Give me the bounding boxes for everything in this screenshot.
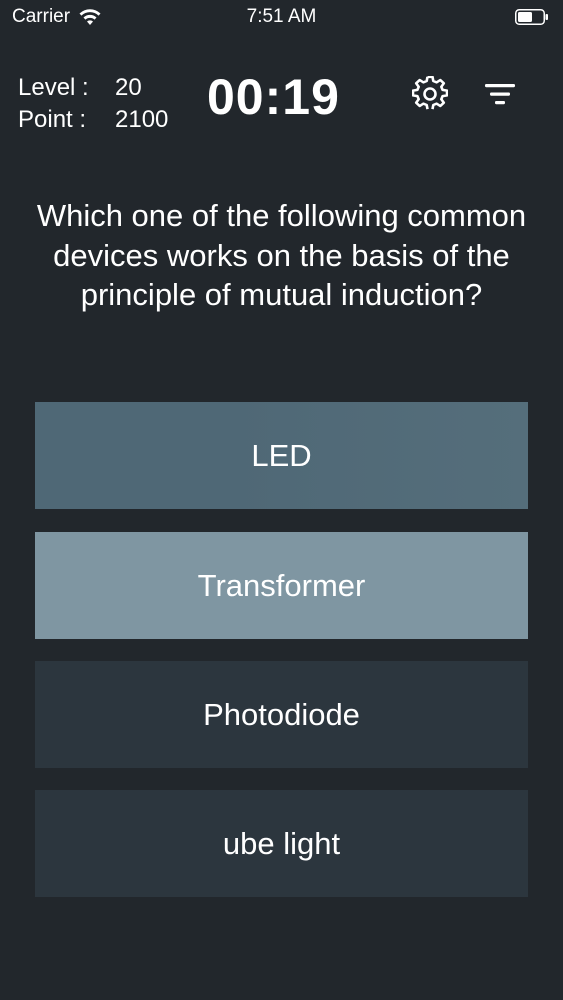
point-value: 2100 bbox=[115, 106, 169, 133]
answer-option-1[interactable]: LED bbox=[35, 402, 528, 509]
level-value: 20 bbox=[115, 74, 142, 101]
battery-icon bbox=[515, 9, 549, 25]
answer-label: ube light bbox=[222, 825, 341, 861]
score-panel: Level 20 Point 2100 bbox=[18, 72, 168, 136]
gear-icon bbox=[411, 75, 449, 117]
answer-option-2[interactable]: Transformer bbox=[35, 532, 528, 639]
status-time: 7:51 AM bbox=[246, 6, 317, 27]
status-bar: Carrier 7:51 AM bbox=[0, 0, 563, 40]
game-header: Level 20 Point 2100 00:19 bbox=[0, 60, 563, 140]
level-row: Level 20 bbox=[18, 72, 168, 104]
filter-icon bbox=[483, 81, 517, 112]
point-label: Point bbox=[18, 104, 115, 136]
answer-option-4[interactable]: ube light bbox=[35, 790, 528, 897]
filter-menu-button[interactable] bbox=[480, 76, 520, 116]
question-text: Which one of the following common device… bbox=[36, 198, 527, 312]
settings-button[interactable] bbox=[410, 75, 450, 117]
point-row: Point 2100 bbox=[18, 104, 168, 136]
answer-label: Photodiode bbox=[203, 696, 360, 732]
answer-label: LED bbox=[251, 437, 312, 473]
level-label: Level bbox=[18, 72, 115, 104]
countdown-timer: 00:19 bbox=[207, 69, 340, 125]
answer-label: Transformer bbox=[197, 567, 366, 603]
answer-option-3[interactable]: Photodiode bbox=[35, 661, 528, 768]
